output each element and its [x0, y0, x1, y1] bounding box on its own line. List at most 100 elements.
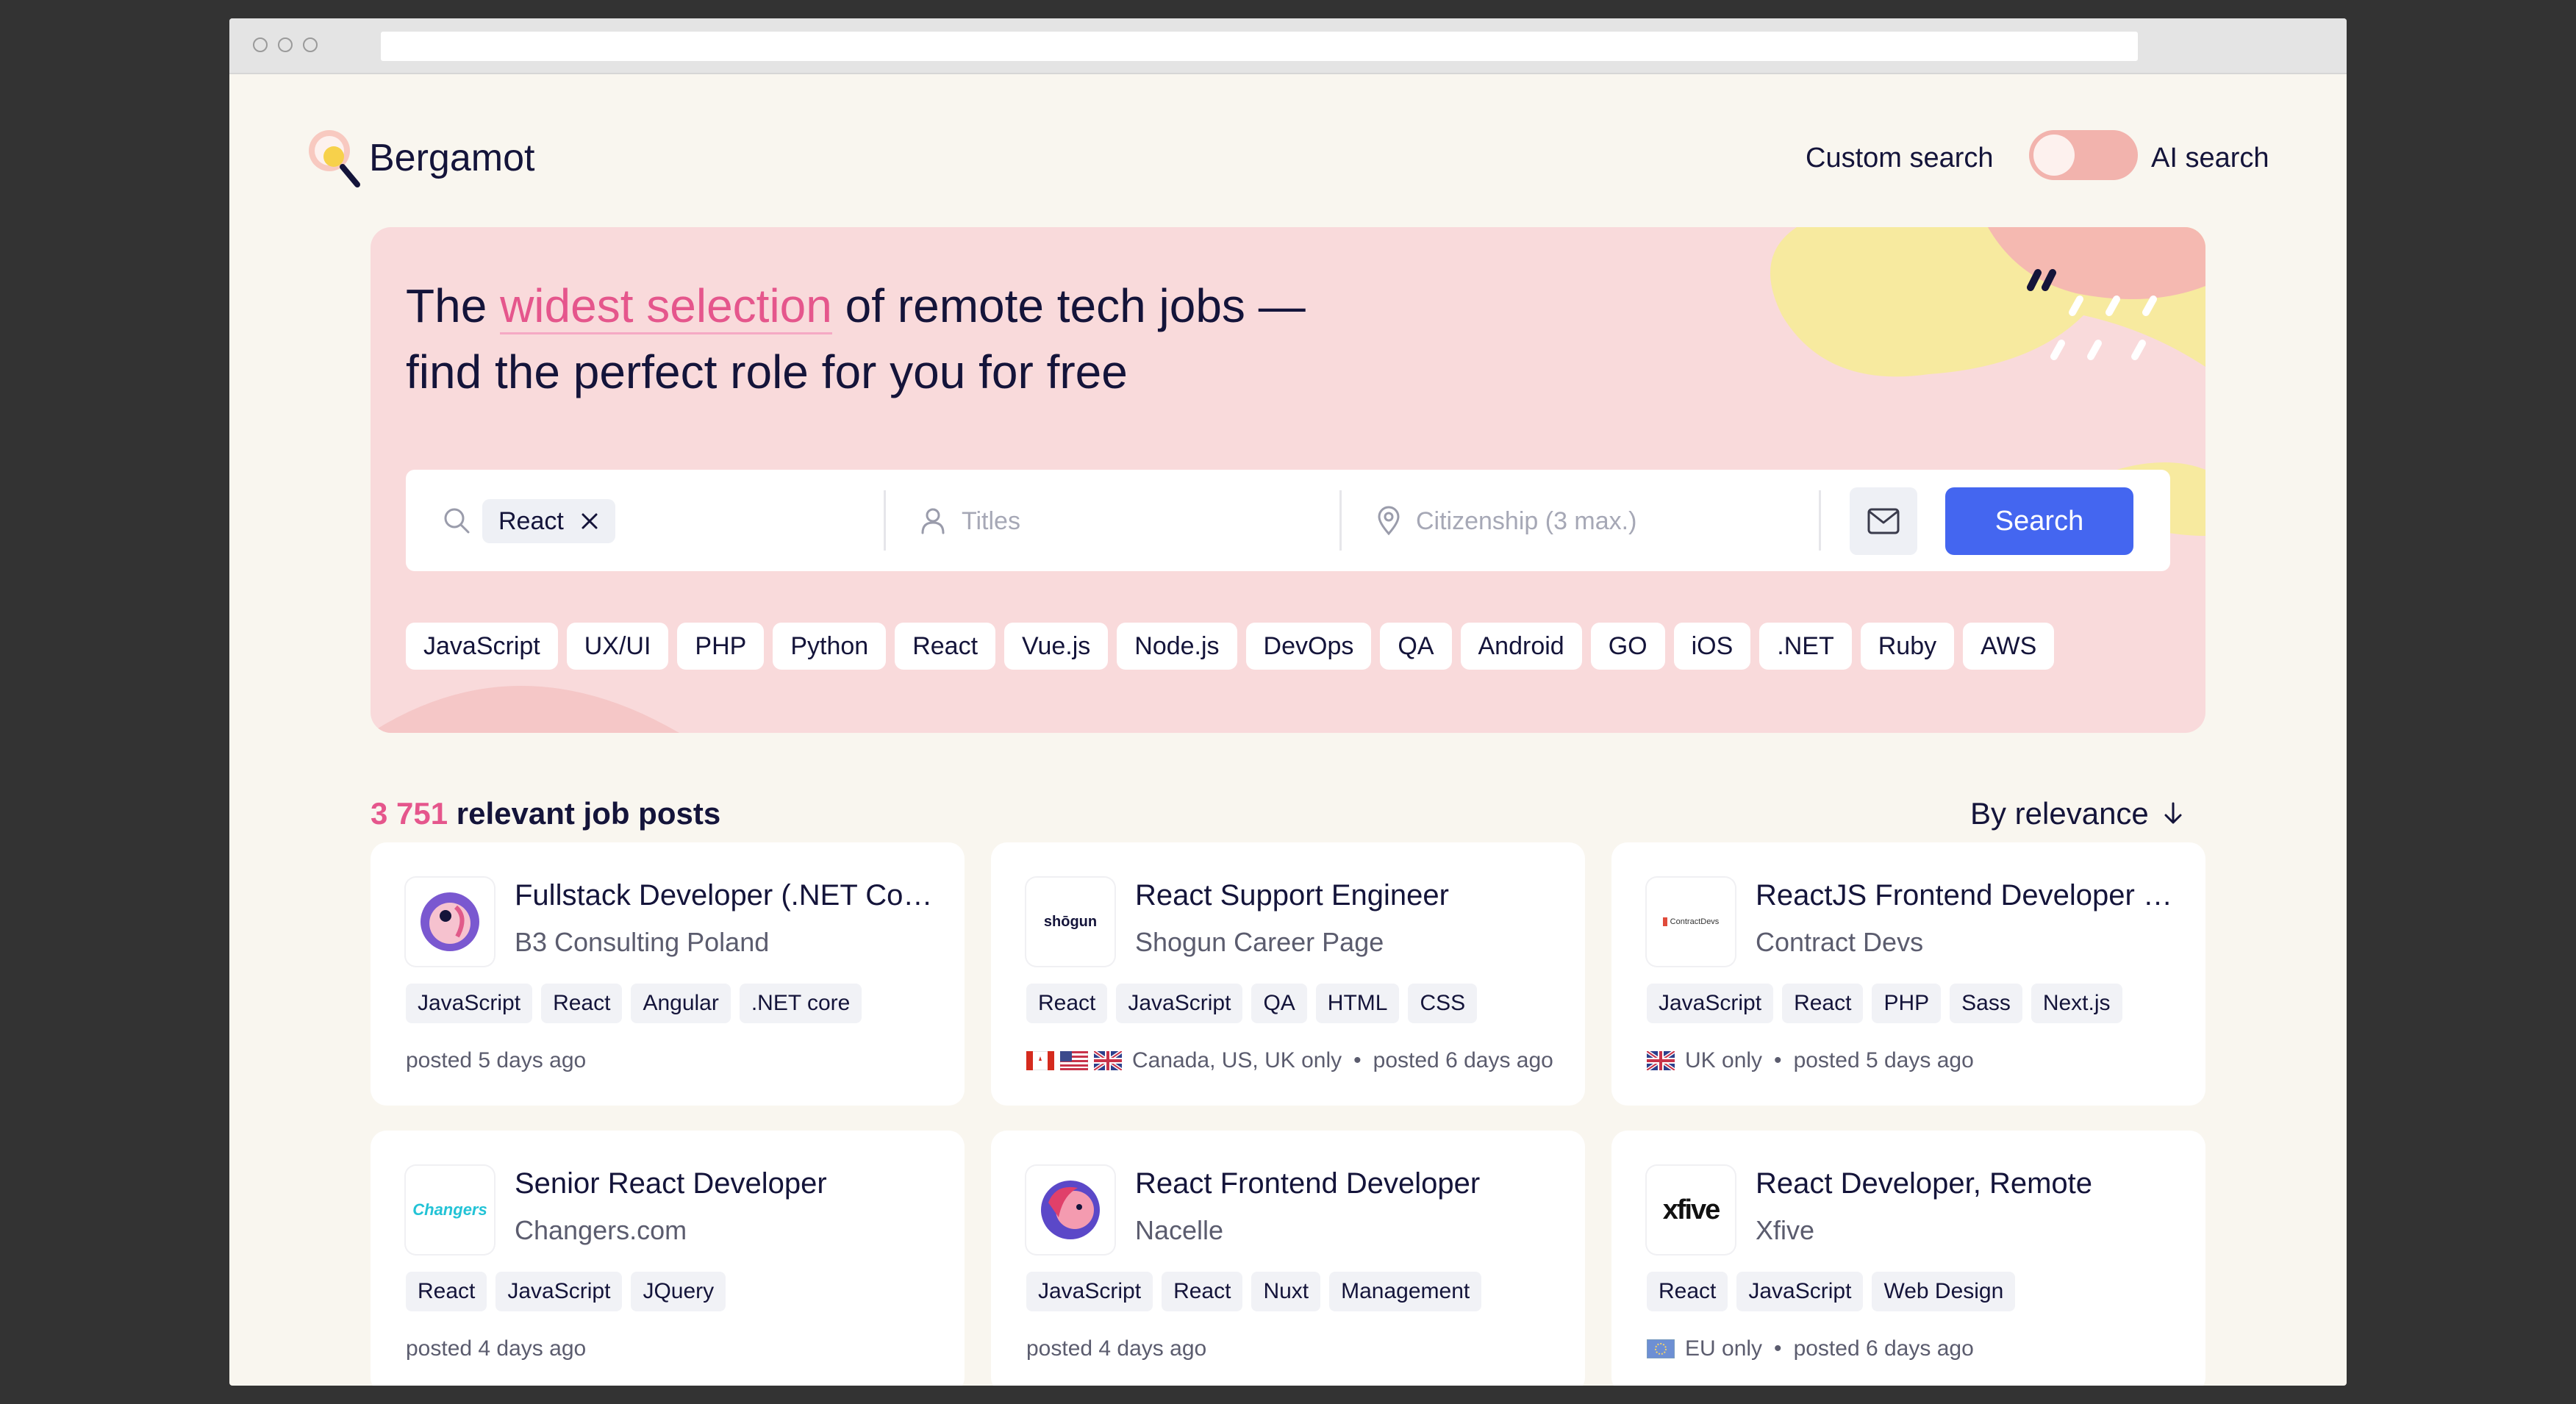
url-bar[interactable] — [381, 32, 2138, 61]
job-tag: JavaScript — [1116, 984, 1243, 1023]
job-tag: .NET core — [739, 984, 862, 1023]
user-icon — [921, 508, 945, 534]
search-button[interactable]: Search — [1945, 487, 2133, 555]
job-tag: PHP — [1872, 984, 1942, 1023]
nacelle-logo — [1026, 1166, 1115, 1254]
job-title[interactable]: React Developer, Remote — [1756, 1163, 2182, 1204]
logo-text: xfive — [1662, 1194, 1721, 1225]
logo-text: shōgun — [1043, 913, 1098, 930]
email-alert-button[interactable] — [1850, 487, 1917, 555]
tag-button[interactable]: iOS — [1673, 623, 1751, 670]
job-title[interactable]: Senior React Developer — [515, 1163, 941, 1204]
job-meta: UK only • posted 5 days ago — [1647, 1041, 1974, 1081]
job-meta: EU only • posted 6 days ago — [1647, 1329, 1974, 1369]
separator-dot: • — [1353, 1048, 1362, 1072]
job-card[interactable]: Changers Senior React Developer Changers.c… — [371, 1131, 965, 1386]
keyword-chip[interactable]: React — [482, 499, 615, 543]
job-tags: React JavaScript JQuery — [406, 1272, 726, 1311]
xfive-logo: xfive — [1647, 1166, 1735, 1254]
company-name: Contract Devs — [1756, 927, 1924, 957]
job-card[interactable]: React Frontend Developer Nacelle JavaScrip… — [991, 1131, 1585, 1386]
logo-text: Changers — [412, 1200, 487, 1219]
tag-button[interactable]: QA — [1380, 623, 1452, 670]
job-card[interactable]: shōgun React Support Engineer Shogun Caree… — [991, 842, 1585, 1106]
tag-button[interactable]: React — [895, 623, 996, 670]
job-meta: posted 4 days ago — [1026, 1329, 1206, 1369]
job-meta: posted 5 days ago — [406, 1041, 586, 1081]
job-tags: React JavaScript Web Design — [1647, 1272, 2016, 1311]
headline-highlight: widest selection — [500, 279, 832, 334]
sort-label: By relevance — [1970, 796, 2149, 831]
separator-dot: • — [1774, 1048, 1782, 1072]
job-location: Canada, US, UK only — [1132, 1048, 1342, 1072]
job-card[interactable]: xfive React Developer, Remote Xfive React Ja… — [1611, 1131, 2205, 1386]
results-count-label: relevant job posts — [448, 796, 721, 831]
job-tag: HTML — [1315, 984, 1400, 1023]
sort-dropdown[interactable]: By relevance — [1970, 792, 2184, 836]
job-tag: QA — [1251, 984, 1307, 1023]
tag-button[interactable]: Vue.js — [1004, 623, 1109, 670]
job-title[interactable]: React Frontend Developer — [1135, 1163, 1561, 1204]
posted-date: posted 6 days ago — [1373, 1048, 1553, 1072]
company-name: B3 Consulting Poland — [515, 927, 770, 957]
job-title[interactable]: Fullstack Developer (.NET Core... — [515, 875, 941, 916]
remove-keyword-close-icon[interactable] — [580, 512, 599, 531]
tag-button[interactable]: JavaScript — [406, 623, 558, 670]
citizenship-input[interactable]: Citizenship (3 max.) — [1416, 499, 1636, 543]
job-tag: CSS — [1408, 984, 1478, 1023]
search-mode-toggle[interactable] — [2029, 130, 2138, 180]
tag-button[interactable]: PHP — [677, 623, 765, 670]
shogun-logo: shōgun — [1026, 878, 1115, 966]
headline-part-2: of remote tech jobs — — [831, 279, 1306, 332]
job-tag: React — [406, 1272, 487, 1311]
job-tags: JavaScript React Nuxt Management — [1026, 1272, 1482, 1311]
changers-logo: Changers — [406, 1166, 494, 1254]
titles-input[interactable]: Titles — [962, 499, 1020, 543]
job-card[interactable]: ContractDevs ReactJS Frontend Developer R… — [1611, 842, 2205, 1106]
hero-headline: The widest selection of remote tech jobs… — [406, 273, 1582, 405]
job-card[interactable]: Fullstack Developer (.NET Core... B3 Cons… — [371, 842, 965, 1106]
divider — [884, 490, 886, 551]
job-title[interactable]: ReactJS Frontend Developer R... — [1756, 875, 2182, 916]
uk-flag-icon — [1094, 1051, 1122, 1070]
window-minimize-dot[interactable] — [278, 37, 293, 52]
tag-button[interactable]: Node.js — [1117, 623, 1237, 670]
job-tag: Web Design — [1872, 1272, 2016, 1311]
tag-button[interactable]: AWS — [1963, 623, 2055, 670]
separator-dot: • — [1774, 1336, 1782, 1361]
eu-flag-icon — [1647, 1339, 1675, 1358]
envelope-icon — [1867, 508, 1900, 534]
keyword-chip-label: React — [498, 506, 564, 535]
tag-button[interactable]: Ruby — [1860, 623, 1955, 670]
divider — [1339, 490, 1342, 551]
job-tag: React — [1647, 1272, 1728, 1311]
contract-devs-logo: ContractDevs — [1647, 878, 1735, 966]
headline-part-1: The — [406, 279, 501, 332]
job-tag: React — [1162, 1272, 1243, 1311]
posted-date: posted 6 days ago — [1793, 1336, 1974, 1361]
tag-button[interactable]: .NET — [1759, 623, 1852, 670]
job-title[interactable]: React Support Engineer — [1135, 875, 1561, 916]
company-name: Shogun Career Page — [1135, 927, 1384, 957]
tag-button[interactable]: Python — [773, 623, 887, 670]
tag-button[interactable]: DevOps — [1245, 623, 1372, 670]
divider — [1819, 490, 1821, 551]
job-tag: Sass — [1950, 984, 2022, 1023]
ai-search-label[interactable]: AI search — [2151, 136, 2269, 180]
popular-tags: JavaScript UX/UI PHP Python React Vue.js Node.… — [406, 623, 2055, 670]
ca-flag-icon — [1026, 1051, 1054, 1070]
job-tag: Management — [1329, 1272, 1482, 1311]
tag-button[interactable]: Android — [1460, 623, 1582, 670]
window-close-dot[interactable] — [253, 37, 268, 52]
tag-button[interactable]: GO — [1590, 623, 1665, 670]
job-tag: Angular — [631, 984, 731, 1023]
window-maximize-dot[interactable] — [303, 37, 318, 52]
custom-search-label[interactable]: Custom search — [1806, 136, 1994, 180]
brand-name[interactable]: Bergamot — [369, 129, 534, 187]
tag-button[interactable]: UX/UI — [566, 623, 669, 670]
job-meta: posted 4 days ago — [406, 1329, 586, 1369]
bergamot-logo-icon[interactable] — [306, 126, 365, 192]
search-icon — [444, 508, 470, 534]
job-tags: JavaScript React Angular .NET core — [406, 984, 862, 1023]
job-tag: React — [1026, 984, 1108, 1023]
